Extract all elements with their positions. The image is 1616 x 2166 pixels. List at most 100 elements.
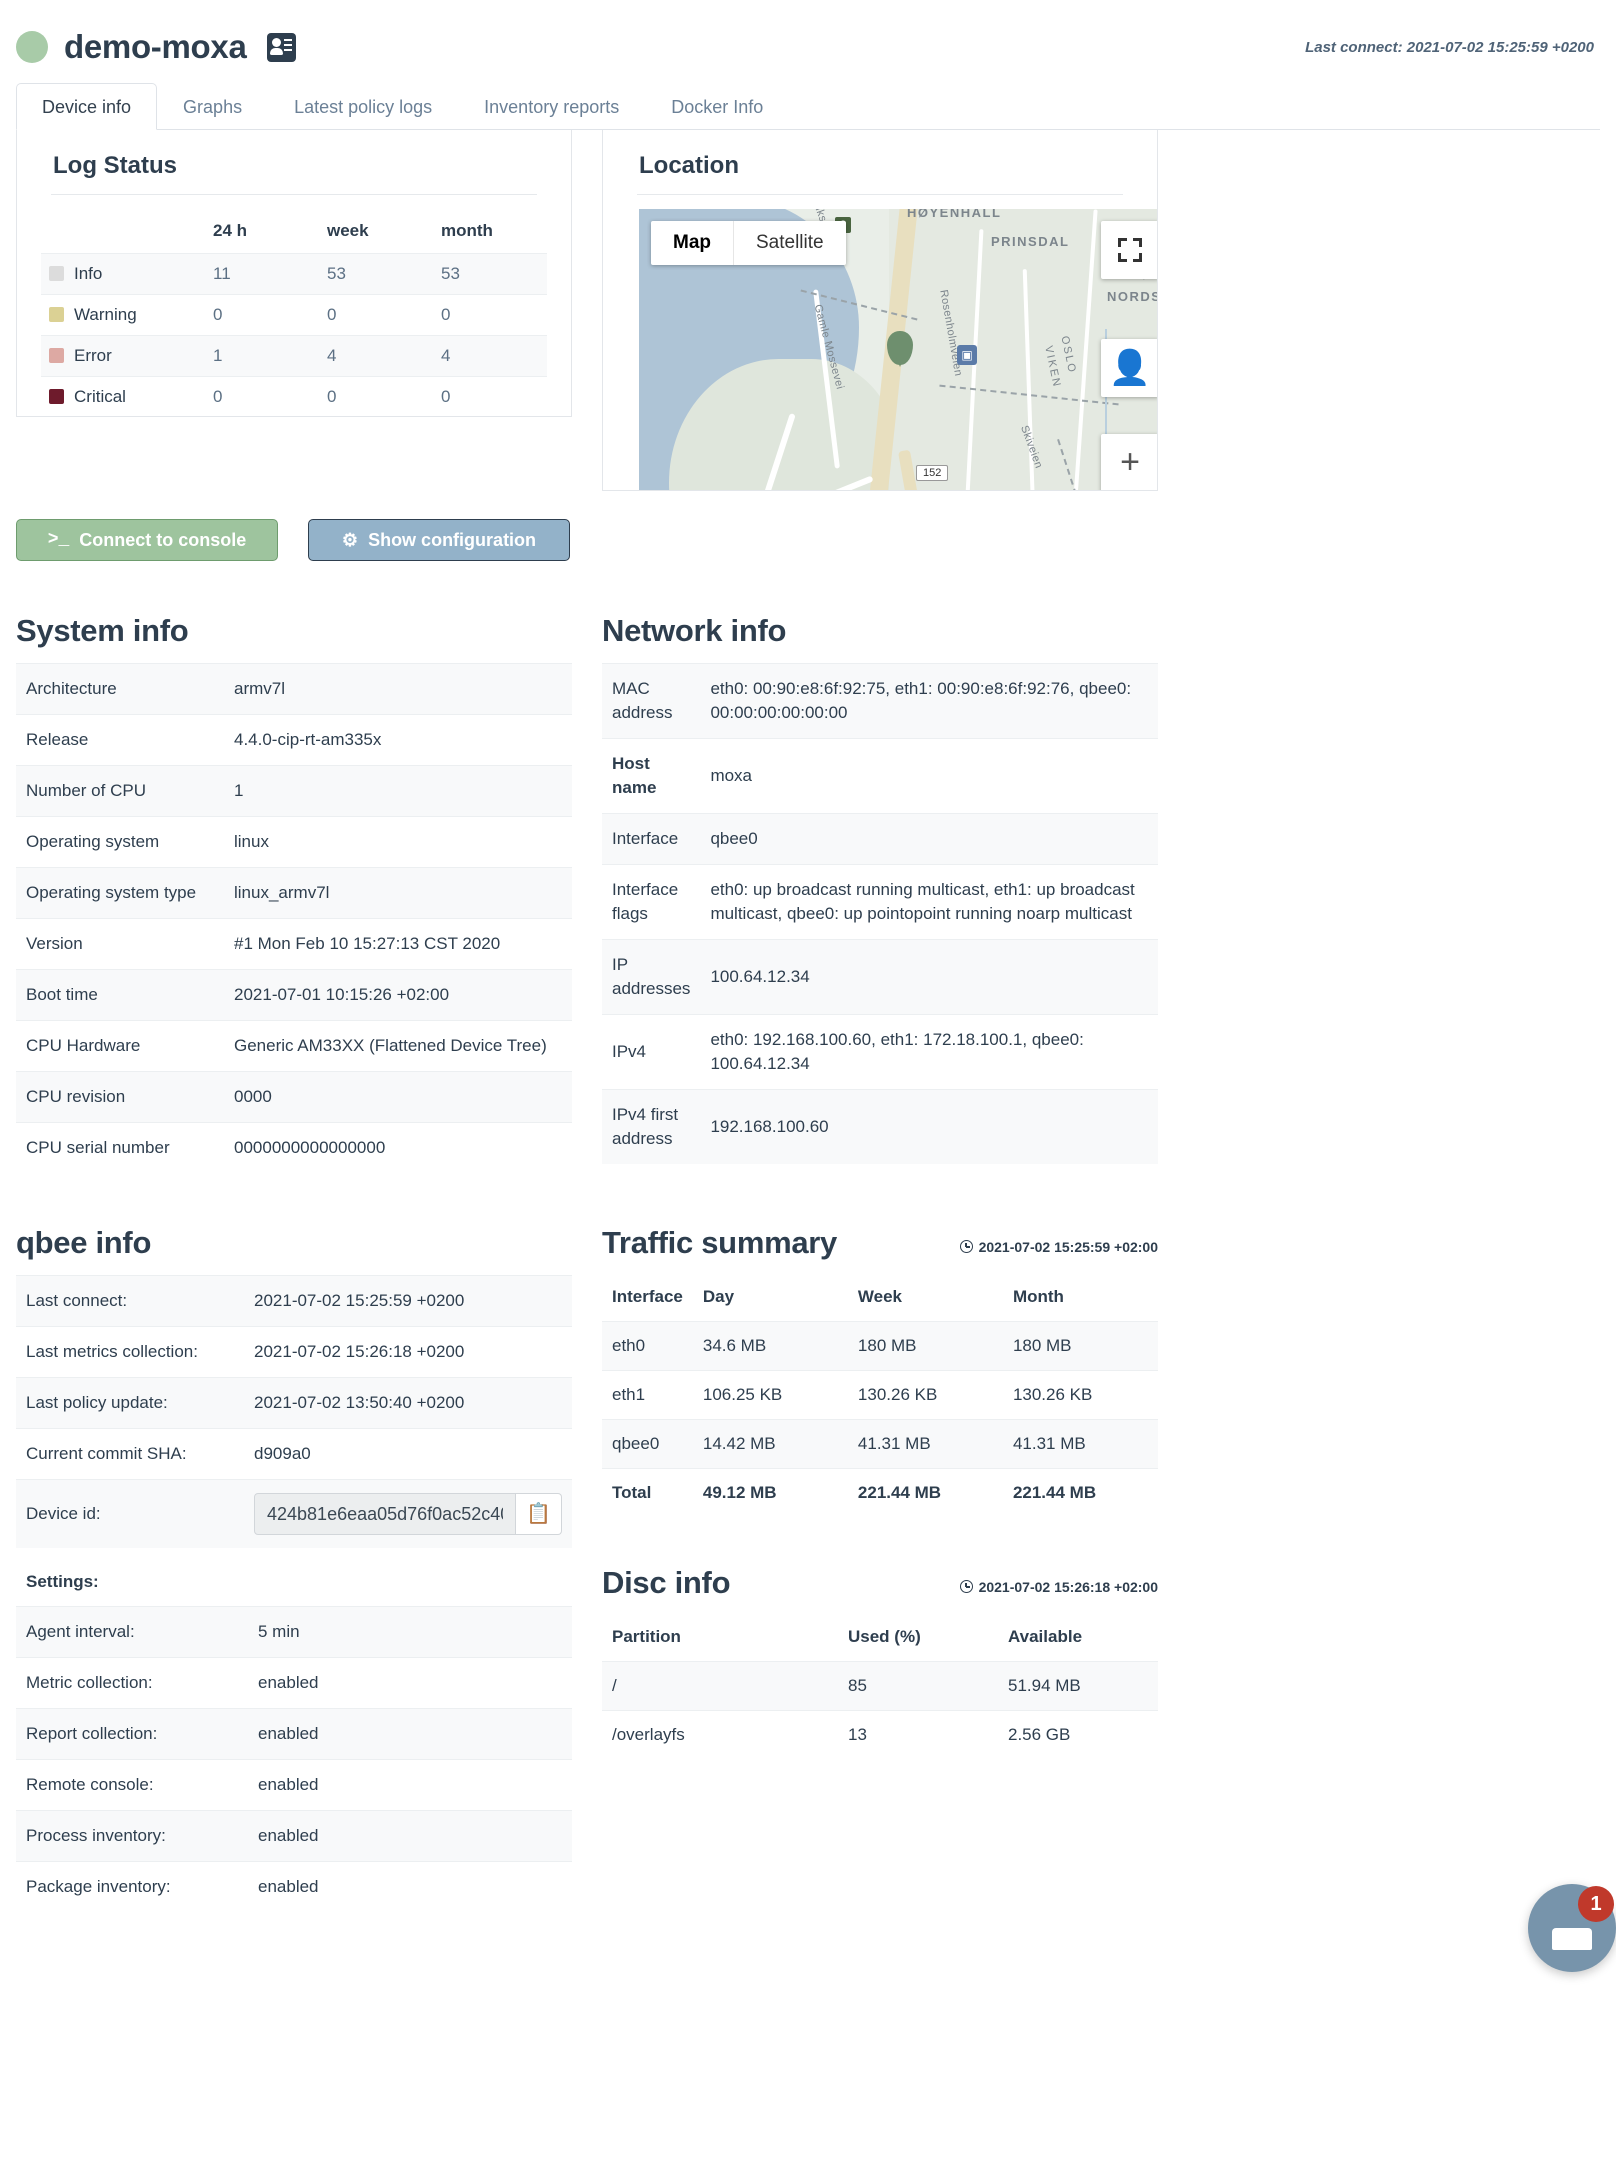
cell-day: 34.6 MB <box>693 1322 848 1371</box>
clipboard-icon[interactable]: 📋 <box>516 1493 562 1535</box>
row-key: Number of CPU <box>16 766 224 817</box>
qbee-info-section: qbee info Last connect:2021-07-02 15:25:… <box>16 1225 572 1912</box>
tab-docker-info[interactable]: Docker Info <box>645 83 789 130</box>
value-week: 0 <box>319 295 433 336</box>
cell-week: 130.26 KB <box>848 1371 1003 1420</box>
cell-available: 2.56 GB <box>998 1711 1158 1760</box>
cell-month: 130.26 KB <box>1003 1371 1158 1420</box>
row-value: enabled <box>240 1811 572 1862</box>
severity-label: Warning <box>74 305 137 324</box>
row-key: CPU Hardware <box>16 1021 224 1072</box>
table-row: Last policy update:2021-07-02 13:50:40 +… <box>16 1378 572 1429</box>
location-title: Location <box>639 152 1133 180</box>
table-row: Interfaceqbee0 <box>602 814 1158 865</box>
map-type-satellite-button[interactable]: Satellite <box>733 221 846 265</box>
table-row: Package inventory:enabled <box>16 1862 572 1913</box>
connect-to-console-label: Connect to console <box>79 530 246 551</box>
clock-icon <box>960 1240 973 1253</box>
table-row: IPv4 first address192.168.100.60 <box>602 1090 1158 1165</box>
log-status-title: Log Status <box>53 152 547 180</box>
table-row: Warning 0 0 0 <box>41 295 547 336</box>
table-row: CPU revision0000 <box>16 1072 572 1123</box>
id-card-icon[interactable] <box>267 33 296 62</box>
tab-device-info[interactable]: Device info <box>16 83 157 130</box>
disc-info-timestamp: 2021-07-02 15:26:18 +02:00 <box>960 1579 1158 1595</box>
table-header-row: Partition Used (%) Available <box>602 1617 1158 1662</box>
col-month: Month <box>1003 1277 1158 1322</box>
severity-cell: Warning <box>41 295 205 336</box>
row-key: Current commit SHA: <box>16 1429 236 1480</box>
tab-graphs[interactable]: Graphs <box>157 83 268 130</box>
row-value: eth0: up broadcast running multicast, et… <box>700 865 1158 940</box>
table-row: Metric collection:enabled <box>16 1658 572 1709</box>
connect-to-console-button[interactable]: >_ Connect to console <box>16 519 278 561</box>
table-row: IP addresses100.64.12.34 <box>602 940 1158 1015</box>
network-info-table: MAC addresseth0: 00:90:e8:6f:92:75, eth1… <box>602 663 1158 1164</box>
show-configuration-label: Show configuration <box>368 530 536 551</box>
row-value: 0000000000000000 <box>224 1123 572 1174</box>
location-map[interactable]: ▣ 8 152 PRINSDAL SØN NORDS OSLO VIKEN Sk… <box>639 209 1158 491</box>
table-row: Release4.4.0-cip-rt-am335x <box>16 715 572 766</box>
row-value: 1 <box>224 766 572 817</box>
row-value: 2021-07-02 15:26:18 +0200 <box>236 1327 572 1378</box>
commit-sha-link[interactable]: d909a0 <box>236 1429 572 1480</box>
traffic-summary-timestamp-text: 2021-07-02 15:25:59 +02:00 <box>979 1239 1158 1255</box>
table-row: Number of CPU1 <box>16 766 572 817</box>
value-week: 4 <box>319 336 433 377</box>
disc-info-table: Partition Used (%) Available /8551.94 MB… <box>602 1617 1158 1759</box>
table-row: Last connect:2021-07-02 15:25:59 +0200 <box>16 1276 572 1327</box>
value-week: 53 <box>319 254 433 295</box>
device-id-group: 📋 <box>254 1493 562 1535</box>
row-value: enabled <box>240 1862 572 1913</box>
qbee-info-table: Last connect:2021-07-02 15:25:59 +0200 L… <box>16 1275 572 1548</box>
system-info-title: System info <box>16 613 572 649</box>
location-panel: Location ▣ 8 <box>602 130 1158 491</box>
last-connect-text: Last connect: 2021-07-02 15:25:59 +0200 <box>1305 39 1594 56</box>
value-month: 4 <box>433 336 547 377</box>
chat-bubble-icon[interactable]: 1 <box>1528 1884 1616 1972</box>
table-row: Report collection:enabled <box>16 1709 572 1760</box>
table-row: IPv4eth0: 192.168.100.60, eth1: 172.18.1… <box>602 1015 1158 1090</box>
zoom-in-button[interactable]: + <box>1101 434 1158 491</box>
device-id-cell: 📋 <box>236 1480 572 1549</box>
map-zoom-controls[interactable]: + − <box>1101 434 1158 491</box>
value-24h: 0 <box>205 295 319 336</box>
map-type-toggle[interactable]: Map Satellite <box>651 221 846 265</box>
severity-label: Info <box>74 264 102 283</box>
map-poi-icon[interactable]: ▣ <box>957 345 977 365</box>
info-columns-bottom: qbee info Last connect:2021-07-02 15:25:… <box>16 1225 1600 1912</box>
table-row: eth1106.25 KB130.26 KB130.26 KB <box>602 1371 1158 1420</box>
row-key: Boot time <box>16 970 224 1021</box>
tab-inventory-reports[interactable]: Inventory reports <box>458 83 645 130</box>
row-value: linux_armv7l <box>224 868 572 919</box>
traffic-summary-section: Traffic summary 2021-07-02 15:25:59 +02:… <box>602 1225 1158 1517</box>
value-month: 0 <box>433 295 547 336</box>
row-key: CPU serial number <box>16 1123 224 1174</box>
map-type-map-button[interactable]: Map <box>651 221 733 265</box>
tab-latest-policy-logs[interactable]: Latest policy logs <box>268 83 458 130</box>
pegman-icon[interactable]: 👤 <box>1101 339 1158 397</box>
fullscreen-icon[interactable] <box>1101 221 1158 279</box>
cell-day: 49.12 MB <box>693 1469 848 1518</box>
value-month: 53 <box>433 254 547 295</box>
value-24h: 0 <box>205 377 319 418</box>
cell-used: 85 <box>838 1662 998 1711</box>
row-value: armv7l <box>224 664 572 715</box>
severity-cell: Error <box>41 336 205 377</box>
system-info-table: Architecturearmv7l Release4.4.0-cip-rt-a… <box>16 663 572 1173</box>
severity-swatch-icon <box>49 307 64 322</box>
log-status-divider <box>51 194 537 195</box>
device-status-dot <box>16 31 48 63</box>
row-key: Architecture <box>16 664 224 715</box>
show-configuration-button[interactable]: ⚙ Show configuration <box>308 519 570 561</box>
device-id-input[interactable] <box>254 1493 516 1535</box>
cell-interface: qbee0 <box>602 1420 693 1469</box>
table-row: Boot time2021-07-01 10:15:26 +02:00 <box>16 970 572 1021</box>
col-day: Day <box>693 1277 848 1322</box>
cell-week: 180 MB <box>848 1322 1003 1371</box>
qbee-info-title: qbee info <box>16 1225 572 1261</box>
cell-week: 221.44 MB <box>848 1469 1003 1518</box>
map-label-nords: NORDS <box>1107 289 1158 304</box>
disc-info-section: Disc info 2021-07-02 15:26:18 +02:00 Par… <box>602 1565 1158 1759</box>
tab-bar: Device info Graphs Latest policy logs In… <box>16 84 1600 130</box>
